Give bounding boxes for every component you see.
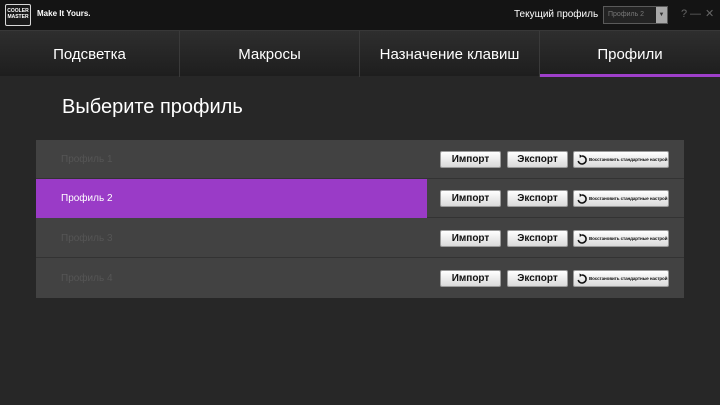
restore-label: Восстановить стандартные настрой xyxy=(589,236,668,241)
profile-list: Профиль 1 Импорт Экспорт Восстановить ст… xyxy=(36,140,684,298)
tab-label: Назначение клавиш xyxy=(379,45,520,63)
restore-icon xyxy=(577,233,587,244)
restore-defaults-button[interactable]: Восстановить стандартные настрой xyxy=(573,270,669,287)
active-tab-indicator xyxy=(540,74,720,77)
profile-row[interactable]: Профиль 3 Импорт Экспорт Восстановить ст… xyxy=(36,219,684,258)
tab-label: Профили xyxy=(597,45,663,63)
tab-macros[interactable]: Макросы xyxy=(180,31,360,77)
restore-label: Восстановить стандартные настрой xyxy=(589,196,668,201)
export-button[interactable]: Экспорт xyxy=(507,151,568,168)
cooler-master-logo: COOLER MASTER xyxy=(5,4,31,26)
import-button[interactable]: Импорт xyxy=(440,270,501,287)
restore-label: Восстановить стандартные настрой xyxy=(589,276,668,281)
tab-lighting[interactable]: Подсветка xyxy=(0,31,180,77)
minimize-button[interactable]: — xyxy=(690,9,701,20)
export-button[interactable]: Экспорт xyxy=(507,190,568,207)
help-icon[interactable]: ? xyxy=(681,9,687,20)
profile-name: Профиль 1 xyxy=(61,154,113,165)
current-profile-label: Текущий профиль xyxy=(514,9,599,20)
profile-row[interactable]: Профиль 1 Импорт Экспорт Восстановить ст… xyxy=(36,140,684,179)
restore-defaults-button[interactable]: Восстановить стандартные настрой xyxy=(573,151,669,168)
profile-row[interactable]: Профиль 4 Импорт Экспорт Восстановить ст… xyxy=(36,259,684,298)
restore-icon xyxy=(577,193,587,204)
import-button[interactable]: Импорт xyxy=(440,190,501,207)
current-profile-select[interactable]: Профиль 2 ▼ xyxy=(603,6,668,24)
export-button[interactable]: Экспорт xyxy=(507,230,568,247)
restore-defaults-button[interactable]: Восстановить стандартные настрой xyxy=(573,230,669,247)
slogan: Make It Yours. xyxy=(37,9,91,18)
profile-row[interactable]: Профиль 2 Импорт Экспорт Восстановить ст… xyxy=(36,179,684,218)
profile-name: Профиль 3 xyxy=(61,233,113,244)
profile-name: Профиль 2 xyxy=(61,193,113,204)
profile-name: Профиль 4 xyxy=(61,273,113,284)
restore-icon xyxy=(577,154,587,165)
tab-profiles[interactable]: Профили xyxy=(540,31,720,77)
page-title: Выберите профиль xyxy=(62,96,243,118)
tab-label: Макросы xyxy=(238,45,301,63)
title-bar: COOLER MASTER Make It Yours. Текущий проф… xyxy=(0,0,720,30)
tab-key-assignment[interactable]: Назначение клавиш xyxy=(360,31,540,77)
close-button[interactable]: ✕ xyxy=(705,9,714,20)
tab-label: Подсветка xyxy=(53,45,126,63)
import-button[interactable]: Импорт xyxy=(440,230,501,247)
restore-defaults-button[interactable]: Восстановить стандартные настрой xyxy=(573,190,669,207)
chevron-down-icon[interactable]: ▼ xyxy=(656,7,667,23)
restore-icon xyxy=(577,273,587,284)
restore-label: Восстановить стандартные настрой xyxy=(589,157,668,162)
export-button[interactable]: Экспорт xyxy=(507,270,568,287)
import-button[interactable]: Импорт xyxy=(440,151,501,168)
current-profile-value: Профиль 2 xyxy=(608,11,645,18)
main-nav: Подсветка Макросы Назначение клавиш Проф… xyxy=(0,30,720,77)
